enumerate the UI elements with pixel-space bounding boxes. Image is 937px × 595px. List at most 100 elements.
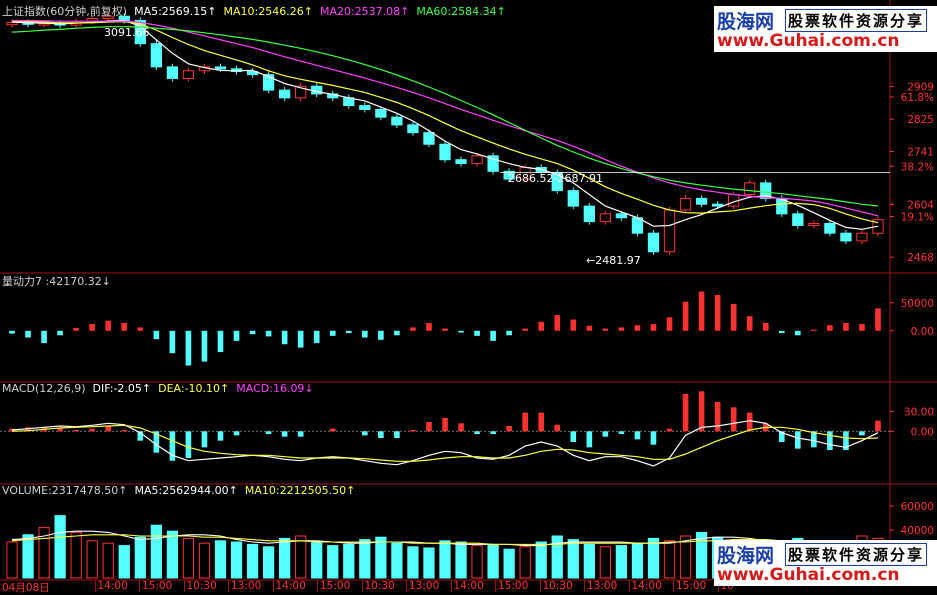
watermark-brand: 股海网 [717, 545, 775, 567]
watermark-top: 股海网 股票软件资源分享 www.Guhai.com.cn [714, 6, 937, 52]
time-axis-label: 15:00 [317, 580, 350, 592]
candle-body [615, 213, 628, 219]
watermark-url[interactable]: www.Guhai.com.cn [717, 565, 900, 585]
time-axis-label: 14:00 [94, 580, 128, 592]
candle-body [695, 197, 708, 205]
candle-body [471, 155, 483, 165]
volume-bar [663, 540, 676, 579]
axis-label: 61.8% [901, 92, 934, 104]
macd-header-item: MACD:16.09↓ [236, 382, 313, 395]
volume-bar [423, 547, 435, 579]
volume-bar [311, 541, 323, 579]
candle-body [808, 223, 820, 226]
candle-body [391, 116, 403, 126]
volume-bar [535, 541, 547, 579]
axis-label: 2825 [907, 114, 934, 126]
chart-background [0, 0, 937, 594]
volume-bar [391, 542, 403, 579]
time-axis-label: 13:00 [228, 580, 261, 592]
price-header-item: MA5:2569.15↑ [134, 5, 216, 18]
axis-label: 30.00 [904, 406, 934, 418]
volume-bar [487, 543, 499, 579]
time-axis-label: 15:00 [139, 580, 172, 592]
stock-chart[interactable]: 304580.9%290961.8%2825274138.2%260419.1%… [0, 0, 937, 594]
watermark-bottom: 股海网 股票软件资源分享 www.Guhai.com.cn [714, 540, 937, 586]
volume-bar [150, 524, 162, 579]
range-annotation: 2686.52-2687.91 [508, 172, 603, 185]
candle-body [359, 105, 371, 110]
volume-bar [102, 542, 114, 579]
volume-bar [134, 536, 146, 579]
candle-body [567, 190, 579, 207]
candle-body [840, 232, 852, 242]
candle-body [407, 124, 419, 134]
price-header-item: MA60:2584.34↑ [416, 5, 505, 18]
volume-bar [70, 531, 82, 579]
candle-body [679, 197, 692, 211]
candle-body [792, 213, 804, 226]
axis-label: 2741 [907, 147, 934, 159]
volume-header-item: VOLUME:2317478.50↑ [2, 484, 127, 497]
watermark-url[interactable]: www.Guhai.com.cn [717, 31, 900, 51]
axis-label: 0.00 [911, 426, 934, 438]
volume-bar [198, 542, 211, 579]
candle-body [856, 232, 868, 242]
volume-bar [327, 545, 339, 579]
volume-bar [6, 541, 18, 579]
volume-bar [166, 530, 179, 579]
volume-bar [407, 546, 419, 579]
volume-bar [279, 537, 291, 579]
time-axis-label: 15:00 [495, 580, 528, 592]
volume-bar [54, 515, 66, 579]
macd-header-item: DEA:-10.10↑ [158, 382, 229, 395]
time-axis-label: 13:00 [406, 580, 439, 592]
volume-bar [246, 543, 259, 579]
price-header-item: MA10:2546.26↑ [224, 5, 313, 18]
time-axis-label: 14:00 [628, 580, 662, 592]
candle-body [423, 132, 435, 145]
volume-bar [631, 542, 644, 579]
axis-label: 60000 [901, 501, 934, 513]
candle-body [663, 209, 676, 253]
volume-bar [118, 545, 130, 579]
volume-bar [182, 537, 195, 579]
volume-bar [551, 535, 563, 579]
price-header-item: 上证指数(60分钟,前复权) [2, 4, 127, 18]
time-axis-label: 14:00 [272, 580, 306, 592]
volume-bar [615, 545, 628, 579]
volume-bar [22, 534, 34, 579]
volume-bar [230, 541, 243, 579]
axis-label: 0.00 [911, 326, 934, 338]
volume-bar [343, 543, 355, 579]
candle-body [744, 182, 756, 196]
volume-bar [503, 548, 515, 579]
candle-body [824, 223, 836, 234]
candle-body [375, 108, 387, 118]
time-axis-label: 10:30 [183, 580, 217, 592]
axis-label: 2468 [907, 252, 934, 264]
candle-body [583, 205, 595, 223]
volume-bar [647, 537, 660, 579]
volume-bar [375, 536, 387, 579]
candle-body [599, 213, 611, 223]
axis-label: 2604 [907, 200, 934, 212]
volume-header-item: MA10:2212505.50↑ [245, 484, 355, 497]
volume-bar [471, 545, 483, 579]
volume-force-header-item: 量动力7 :42170.32↓ [2, 275, 111, 288]
volume-bar [295, 535, 307, 579]
high-annotation: 3091.66 [104, 26, 150, 39]
volume-bar [439, 540, 451, 579]
watermark-slogan: 股票软件资源分享 [785, 9, 928, 32]
candle-body [439, 143, 451, 161]
candle-body [166, 66, 179, 79]
axis-label: 19.1% [901, 212, 934, 224]
volume-bar [455, 541, 467, 579]
axis-label: 38.2% [901, 161, 934, 173]
candle-body [214, 66, 227, 70]
time-axis-label: 14:00 [450, 580, 484, 592]
candle-body [279, 89, 291, 99]
candle-body [150, 43, 162, 68]
macd-header-item: DIF:-2.05↑ [93, 382, 152, 395]
axis-label: 40000 [901, 525, 934, 537]
volume-bar [599, 546, 611, 579]
